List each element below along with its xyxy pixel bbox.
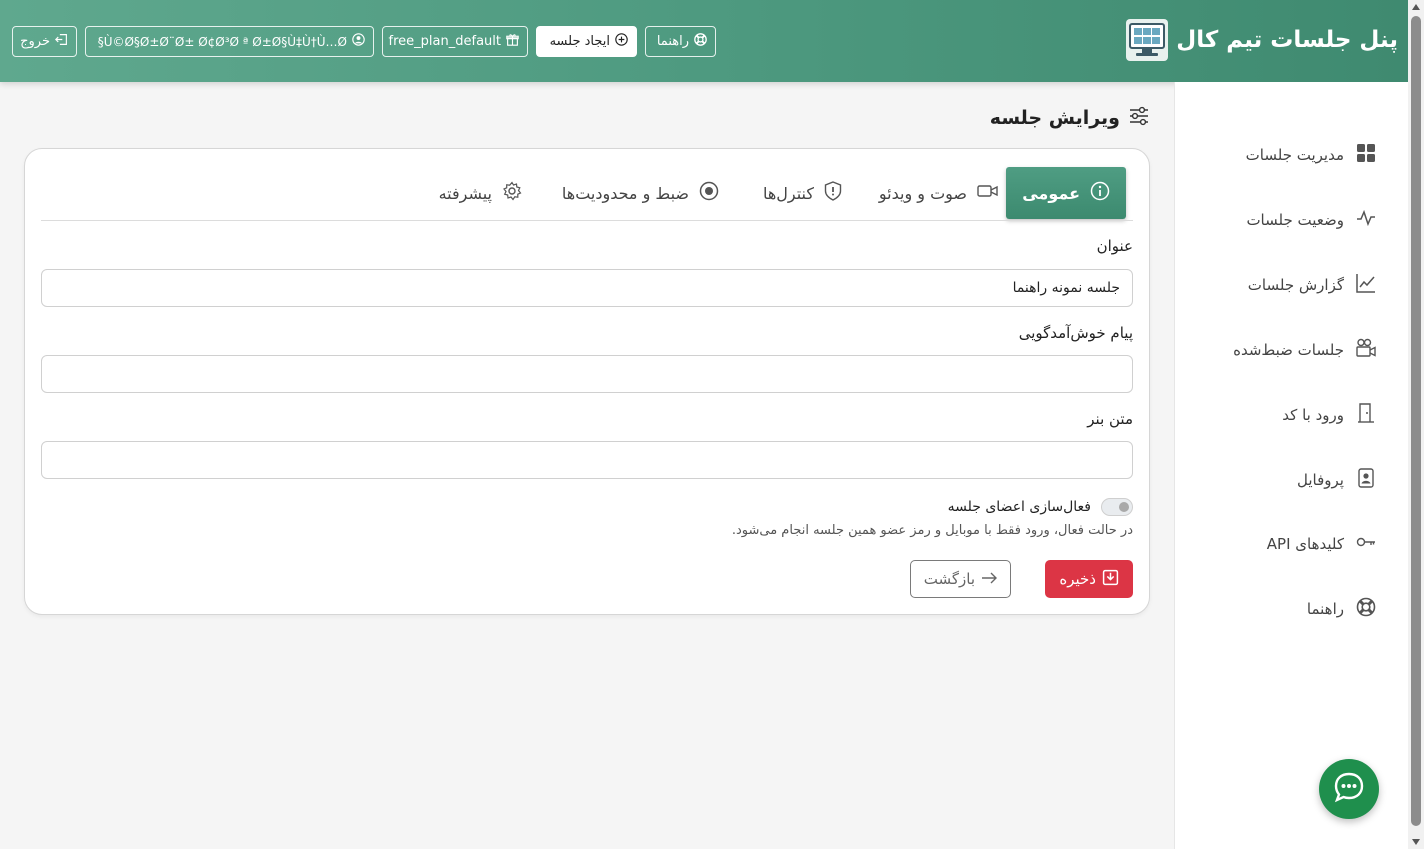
members-toggle-label: فعال‌سازی اعضای جلسه	[947, 499, 1091, 515]
person-badge-icon	[1356, 468, 1376, 492]
sidebar-item-meeting-status[interactable]: وضعیت جلسات	[1246, 205, 1376, 235]
sliders-icon	[1128, 105, 1150, 132]
record-circle-icon	[699, 181, 719, 205]
tab-label: کنترل‌ها	[762, 183, 814, 203]
brand-logo-icon	[1126, 19, 1169, 61]
chat-dots-icon	[1332, 770, 1366, 808]
sidebar-item-label: ورود با کد	[1282, 406, 1344, 424]
save-icon	[1102, 569, 1119, 590]
tabs-divider	[41, 220, 1133, 221]
back-button[interactable]: بازگشت	[909, 560, 1011, 598]
scroll-up-arrow-icon[interactable]	[1412, 4, 1420, 10]
sidebar-item-meeting-reports[interactable]: گزارش جلسات	[1248, 270, 1376, 300]
key-icon	[1356, 532, 1376, 556]
shield-icon	[824, 181, 842, 205]
camera-reels-icon	[1356, 338, 1376, 362]
sidebar-item-api-keys[interactable]: کلیدهای API	[1267, 529, 1376, 559]
page-scrollbar[interactable]	[1408, 0, 1424, 849]
page-title-text: ویرایش جلسه	[989, 107, 1120, 129]
gift-icon	[506, 33, 519, 50]
sidebar-item-label: کلیدهای API	[1266, 535, 1344, 553]
sidebar-item-recorded-meetings[interactable]: جلسات ضبط‌شده	[1233, 335, 1376, 365]
brand[interactable]: پنل جلسات تیم کال	[1126, 19, 1398, 61]
plan-label: free_plan_default	[388, 34, 501, 49]
title-label: عنوان	[1096, 237, 1133, 255]
welcome-message-input[interactable]	[41, 355, 1133, 393]
tab-controls[interactable]: کنترل‌ها	[763, 167, 842, 219]
chart-line-icon	[1356, 273, 1376, 297]
sidebar-item-help[interactable]: راهنما	[1307, 594, 1376, 624]
create-meeting-label: ایجاد جلسه	[549, 34, 610, 49]
create-meeting-button[interactable]: ایجاد جلسه	[536, 26, 637, 57]
sidebar: مدیریت جلسات وضعیت جلسات گزارش جلسات جلس…	[1174, 82, 1408, 849]
edit-meeting-card: عمومی صوت و ویدئو کنترل‌ها ضبط و محدودیت…	[24, 148, 1150, 615]
help-button[interactable]: راهنما	[645, 26, 716, 57]
scrollbar-thumb[interactable]	[1411, 16, 1421, 826]
tab-recording-limits[interactable]: ضبط و محدودیت‌ها	[562, 167, 719, 219]
logout-label: خروج	[20, 34, 50, 49]
scroll-down-arrow-icon[interactable]	[1412, 839, 1420, 845]
arrow-right-icon	[981, 570, 997, 588]
tab-advanced[interactable]: پیشرفته	[439, 167, 522, 219]
tab-general[interactable]: عمومی	[1006, 167, 1126, 219]
sidebar-item-manage-meetings[interactable]: مدیریت جلسات	[1246, 140, 1376, 170]
plus-circle-icon	[615, 33, 628, 50]
sidebar-item-label: وضعیت جلسات	[1246, 211, 1344, 229]
user-label: §Ù©Ø§Ø±Ø¨Ø± Ø¢Ø³Ø ª Ø±Ø§Ù‡Ù†Ù…Ø	[97, 34, 347, 49]
members-toggle-switch[interactable]	[1101, 498, 1133, 516]
welcome-message-label: پیام خوش‌آمدگویی	[1018, 324, 1133, 342]
info-circle-icon	[1090, 181, 1110, 205]
gear-icon	[502, 181, 522, 205]
logout-button[interactable]: خروج	[12, 26, 77, 57]
top-header: پنل جلسات تیم کال راهنما ایجاد جلسه free…	[0, 0, 1408, 82]
help-button-label: راهنما	[656, 34, 689, 49]
tab-label: صوت و ویدئو	[878, 183, 967, 203]
grid-icon	[1356, 143, 1376, 167]
sidebar-item-label: مدیریت جلسات	[1245, 146, 1344, 164]
back-label: بازگشت	[923, 570, 975, 588]
plan-badge[interactable]: free_plan_default	[382, 26, 528, 57]
life-ring-icon	[694, 33, 707, 50]
save-button[interactable]: ذخیره	[1045, 560, 1133, 598]
sidebar-item-enter-with-code[interactable]: ورود با کد	[1282, 400, 1376, 430]
person-circle-icon	[352, 33, 365, 50]
banner-text-input[interactable]	[41, 441, 1133, 479]
title-input[interactable]	[41, 269, 1133, 307]
banner-text-label: متن بنر	[1087, 410, 1133, 428]
members-toggle-row: فعال‌سازی اعضای جلسه	[948, 497, 1133, 517]
sidebar-item-label: جلسات ضبط‌شده	[1233, 341, 1344, 359]
door-icon	[1356, 403, 1376, 427]
activity-icon	[1356, 208, 1376, 232]
toggle-knob	[1119, 502, 1129, 512]
save-label: ذخیره	[1059, 570, 1096, 588]
tab-label: پیشرفته	[438, 183, 492, 203]
sidebar-item-profile[interactable]: پروفایل	[1297, 465, 1376, 495]
camera-video-icon	[977, 182, 999, 204]
brand-title: پنل جلسات تیم کال	[1176, 27, 1398, 53]
user-menu-button[interactable]: §Ù©Ø§Ø±Ø¨Ø± Ø¢Ø³Ø ª Ø±Ø§Ù‡Ù†Ù…Ø	[85, 26, 374, 57]
tab-label: عمومی	[1022, 183, 1080, 203]
members-help-text: در حالت فعال، ورود فقط با موبایل و رمز ع…	[731, 523, 1133, 538]
box-arrow-icon	[55, 33, 68, 50]
tab-label: ضبط و محدودیت‌ها	[561, 183, 689, 203]
page-title: ویرایش جلسه	[990, 104, 1150, 132]
sidebar-item-label: راهنما	[1306, 600, 1344, 618]
chat-button[interactable]	[1319, 759, 1379, 819]
sidebar-item-label: پروفایل	[1297, 471, 1344, 489]
tab-audio-video[interactable]: صوت و ویدئو	[879, 167, 999, 219]
life-ring-icon	[1356, 597, 1376, 621]
sidebar-item-label: گزارش جلسات	[1247, 276, 1344, 294]
